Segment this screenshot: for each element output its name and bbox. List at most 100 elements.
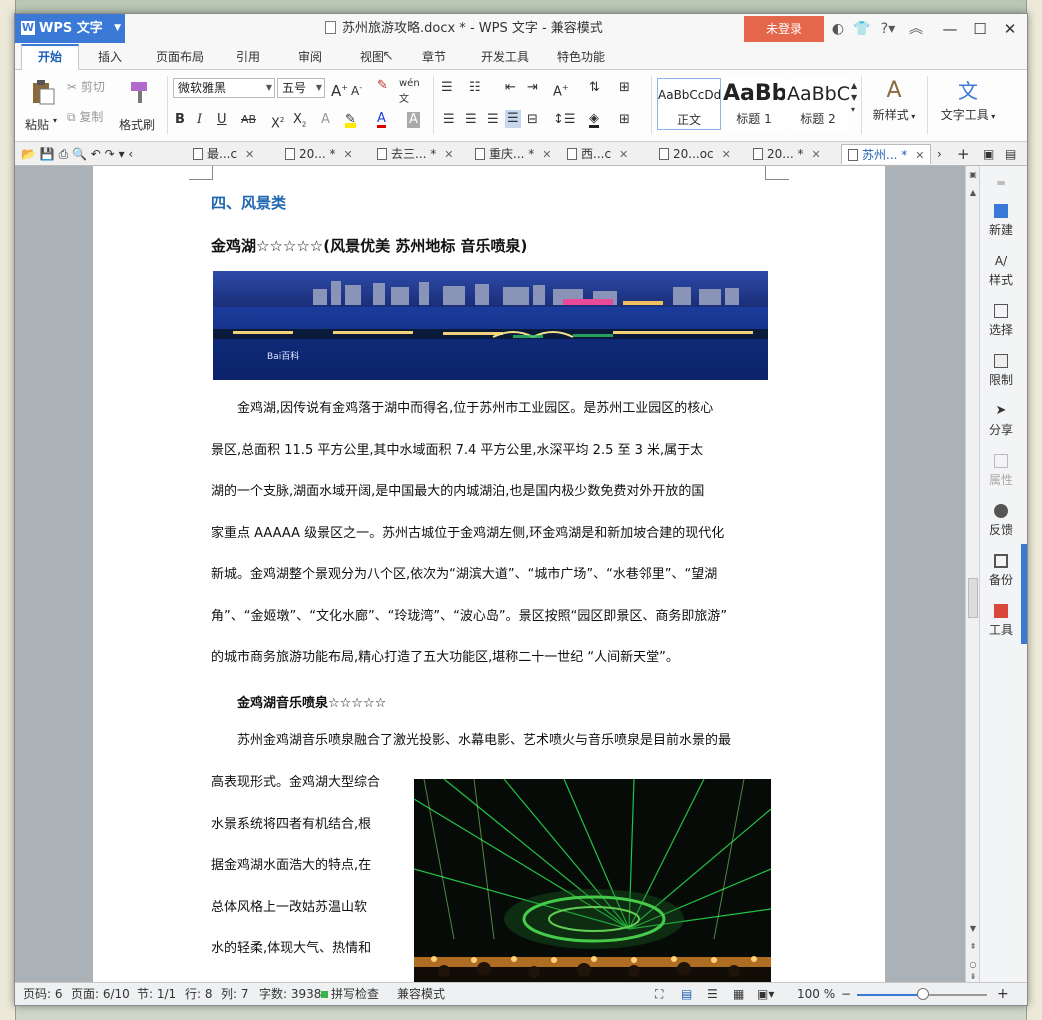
web-view-icon[interactable]: ▦ bbox=[733, 983, 744, 1006]
bold-icon[interactable]: B bbox=[175, 112, 185, 128]
justify-icon[interactable]: ☰ bbox=[505, 110, 521, 128]
skin-icon[interactable]: ◐ bbox=[827, 14, 849, 44]
outline-view-icon[interactable]: ☰ bbox=[707, 983, 718, 1006]
clear-format-icon[interactable]: ✎ bbox=[377, 78, 388, 94]
highlight-icon[interactable]: ✎ bbox=[345, 112, 356, 128]
decrease-indent-icon[interactable]: ⇤ bbox=[505, 80, 516, 96]
zoom-level[interactable]: 100 % bbox=[797, 983, 835, 1006]
zoom-slider-knob[interactable] bbox=[917, 988, 929, 1000]
style-heading-2[interactable]: AaBbC 标题 2 bbox=[787, 78, 849, 130]
pane-tools[interactable]: 工具 bbox=[980, 604, 1022, 638]
print-preview-icon[interactable]: 🔍 bbox=[72, 147, 87, 161]
page-view-icon[interactable]: ▤ bbox=[681, 983, 692, 1006]
document-page[interactable]: 四、风景类 金鸡湖☆☆☆☆☆(风景优美 苏州地标 音乐喷泉) Bai百科 金鸡湖… bbox=[93, 166, 885, 982]
status-word-count[interactable]: 字数: 3938 bbox=[259, 983, 321, 1006]
tab-developer[interactable]: 开发工具 bbox=[473, 44, 537, 70]
tab-special-features[interactable]: 特色功能 bbox=[549, 44, 613, 70]
redo-icon[interactable]: ↷ bbox=[105, 147, 115, 161]
style-normal[interactable]: AaBbCcDd 正文 bbox=[657, 78, 721, 130]
minimize-icon[interactable]: — bbox=[935, 14, 965, 44]
pane-style[interactable]: A/样式 bbox=[980, 254, 1022, 288]
browse-object-icon[interactable]: ○ bbox=[966, 960, 980, 969]
jinji-lake-panorama-image[interactable]: Bai百科 bbox=[213, 271, 768, 380]
close-tab-icon[interactable]: ✕ bbox=[619, 148, 628, 161]
pane-properties[interactable]: 属性 bbox=[980, 454, 1022, 488]
doc-tab[interactable]: 最...c ✕ bbox=[193, 144, 254, 164]
tshirt-icon[interactable]: 👕 bbox=[851, 14, 873, 44]
tab-references[interactable]: 引用 bbox=[225, 44, 271, 70]
numbered-list-icon[interactable]: ☷ bbox=[469, 80, 481, 96]
pane-select[interactable]: 选择 bbox=[980, 304, 1022, 338]
underline-icon[interactable]: U bbox=[217, 112, 227, 128]
text-effect-icon[interactable]: A bbox=[321, 112, 330, 128]
scroll-up-icon[interactable]: ▲ bbox=[966, 188, 980, 197]
shrink-font-icon[interactable]: A- bbox=[351, 80, 362, 99]
subscript-icon[interactable]: X2 bbox=[293, 112, 306, 133]
close-tab-icon[interactable]: ✕ bbox=[812, 148, 821, 161]
new-tab-icon[interactable]: + bbox=[957, 144, 970, 164]
scroll-tabs-left-icon[interactable]: ‹ bbox=[128, 147, 133, 161]
align-right-icon[interactable]: ☰ bbox=[487, 112, 499, 128]
increase-indent-icon[interactable]: ⇥ bbox=[527, 80, 538, 96]
tab-list-icon[interactable]: ▣ bbox=[983, 144, 994, 164]
paste-button[interactable]: 粘贴 ▾ bbox=[23, 76, 63, 136]
border-icon[interactable]: ⊞ bbox=[619, 112, 630, 128]
document-canvas[interactable]: 四、风景类 金鸡湖☆☆☆☆☆(风景优美 苏州地标 音乐喷泉) Bai百科 金鸡湖… bbox=[15, 166, 965, 982]
copy-button[interactable]: ⧉ 复制 bbox=[67, 108, 103, 125]
spell-check-toggle[interactable]: 拼写检查 bbox=[321, 983, 379, 1006]
doc-tab[interactable]: 20... * ✕ bbox=[753, 144, 821, 164]
full-screen-icon[interactable]: ⛶ bbox=[655, 983, 663, 1006]
close-tab-icon[interactable]: ✕ bbox=[344, 148, 353, 161]
new-style-button[interactable]: A 新样式 ▾ bbox=[867, 76, 921, 136]
scroll-down-icon[interactable]: ▼ bbox=[966, 924, 980, 933]
font-name-select[interactable]: 微软雅黑 ▼ bbox=[173, 78, 275, 98]
text-tools-button[interactable]: 文 文字工具 ▾ bbox=[933, 76, 1003, 136]
reading-view-icon[interactable]: ▣▾ bbox=[757, 983, 774, 1006]
distributed-align-icon[interactable]: ⊟ bbox=[527, 112, 538, 128]
phonetic-guide-icon[interactable]: wén 文 bbox=[399, 76, 420, 108]
close-tab-icon[interactable]: ✕ bbox=[245, 148, 254, 161]
previous-page-icon[interactable]: ⇞ bbox=[966, 942, 980, 951]
strikethrough-icon[interactable]: AB bbox=[241, 112, 256, 128]
align-left-icon[interactable]: ☰ bbox=[443, 112, 455, 128]
tab-menu-icon[interactable]: ▤ bbox=[1005, 144, 1016, 164]
print-icon[interactable]: ⎙ bbox=[59, 147, 69, 161]
zoom-in-icon[interactable]: + bbox=[997, 983, 1009, 1006]
cut-button[interactable]: ✂ 剪切 bbox=[67, 78, 105, 95]
pane-restrict[interactable]: 限制 bbox=[980, 354, 1022, 388]
close-tab-icon[interactable]: ✕ bbox=[444, 148, 453, 161]
close-tab-icon[interactable]: ✕ bbox=[542, 148, 551, 161]
pane-feedback[interactable]: 反馈 bbox=[980, 504, 1022, 538]
undo-icon[interactable]: ↶ bbox=[91, 147, 101, 161]
bullet-list-icon[interactable]: ☰ bbox=[441, 80, 453, 96]
open-folder-icon[interactable]: 📂 bbox=[21, 147, 36, 161]
maximize-icon[interactable]: ☐ bbox=[965, 14, 995, 44]
char-shading-icon[interactable]: A bbox=[407, 112, 420, 128]
page-layout-icon[interactable]: ▣ bbox=[966, 170, 980, 179]
paragraph-shading-icon[interactable]: ◈ bbox=[589, 112, 599, 128]
login-button[interactable]: 未登录 bbox=[744, 16, 824, 42]
scroll-tabs-right-icon[interactable]: › bbox=[937, 144, 942, 164]
pane-backup[interactable]: 备份 bbox=[980, 554, 1022, 588]
doc-tab-active[interactable]: 苏州... * ✕ bbox=[841, 144, 932, 164]
laser-fountain-image[interactable] bbox=[414, 779, 771, 982]
change-case-icon[interactable]: A+ bbox=[553, 80, 569, 100]
pane-collapse-handle[interactable] bbox=[1021, 544, 1027, 644]
tab-home[interactable]: 开始 bbox=[21, 44, 79, 71]
font-color-icon[interactable]: A bbox=[377, 112, 386, 128]
tab-review[interactable]: 审阅 bbox=[287, 44, 333, 70]
format-painter-button[interactable]: 格式刷 bbox=[119, 76, 163, 136]
doc-tab[interactable]: 重庆... * ✕ bbox=[475, 144, 551, 164]
help-icon[interactable]: ?▾ bbox=[875, 14, 901, 44]
tab-insert[interactable]: 插入 bbox=[85, 44, 135, 70]
superscript-icon[interactable]: X2 bbox=[271, 112, 284, 132]
next-page-icon[interactable]: ⇟ bbox=[966, 972, 980, 981]
pane-handle[interactable]: ═ bbox=[980, 176, 1022, 190]
app-menu-button[interactable]: W WPS 文字 ▼ bbox=[15, 14, 125, 43]
save-icon[interactable]: 💾 bbox=[40, 147, 55, 161]
scrollbar-thumb[interactable] bbox=[968, 578, 978, 618]
doc-tab[interactable]: 西...c ✕ bbox=[567, 144, 628, 164]
collapse-ribbon-icon[interactable]: ︽ bbox=[905, 14, 927, 44]
pane-new[interactable]: 新建 bbox=[980, 204, 1022, 238]
close-tab-icon[interactable]: ✕ bbox=[722, 148, 731, 161]
